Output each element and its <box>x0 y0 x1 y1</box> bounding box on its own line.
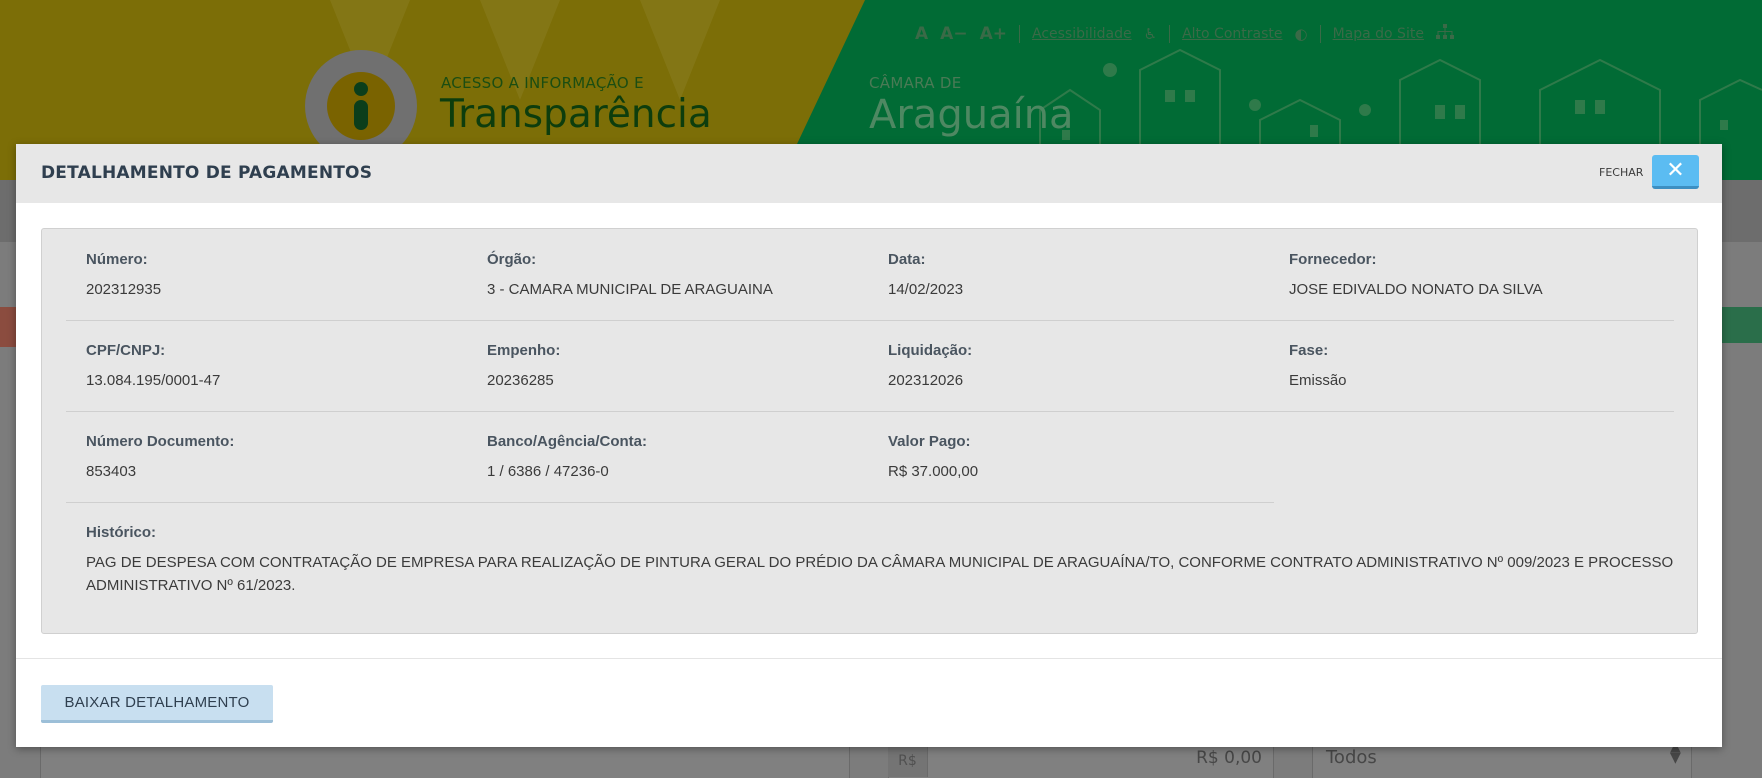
field-value: 20236285 <box>487 372 554 389</box>
field-orgao: Órgão: 3 - CAMARA MUNICIPAL DE ARAGUAINA <box>487 251 773 298</box>
field-label: Fornecedor: <box>1289 251 1377 268</box>
field-label: Número Documento: <box>86 433 235 450</box>
wheelchair-icon[interactable]: ♿ <box>1144 25 1157 43</box>
field-label: Liquidação: <box>888 342 973 359</box>
row-divider <box>66 502 1274 503</box>
close-button[interactable]: ✕ <box>1652 155 1699 189</box>
field-fornecedor: Fornecedor: JOSE EDIVALDO NONATO DA SILV… <box>1289 251 1543 298</box>
background-text-input[interactable] <box>40 745 850 778</box>
field-value: JOSE EDIVALDO NONATO DA SILVA <box>1289 281 1543 298</box>
field-data: Data: 14/02/2023 <box>888 251 963 298</box>
info-icon-dot <box>354 82 368 96</box>
footer-divider <box>16 658 1722 659</box>
field-label: Data: <box>888 251 926 268</box>
modal-title: DETALHAMENTO DE PAGAMENTOS <box>41 163 373 183</box>
field-banco-agencia-conta: Banco/Agência/Conta: 1 / 6386 / 47236-0 <box>487 433 647 480</box>
field-label: Empenho: <box>487 342 561 359</box>
divider <box>1319 25 1321 43</box>
row-divider <box>66 320 1674 321</box>
field-value: Emissão <box>1289 372 1347 389</box>
sitemap-icon[interactable] <box>1435 24 1454 44</box>
field-label: Órgão: <box>487 251 537 268</box>
currency-prefix: R$ <box>888 745 928 777</box>
field-value: 853403 <box>86 463 137 480</box>
city-title[interactable]: Araguaína <box>869 92 1074 138</box>
amount-value: R$ 0,00 <box>1196 748 1262 768</box>
field-cpf-cnpj: CPF/CNPJ: 13.084.195/0001-47 <box>86 342 220 389</box>
header-triangle-decoration <box>640 0 720 100</box>
accessibility-link[interactable]: Acessibilidade <box>1032 26 1132 42</box>
field-historico: Histórico: <box>86 524 156 541</box>
field-label: CPF/CNPJ: <box>86 342 166 359</box>
city-subtitle: CÂMARA DE <box>869 74 962 92</box>
logo-subtitle: ACESSO A INFORMAÇÃO E <box>441 74 644 92</box>
divider <box>1018 25 1020 43</box>
field-label: Valor Pago: <box>888 433 971 450</box>
field-value: 13.084.195/0001-47 <box>86 372 221 389</box>
divider <box>1169 25 1171 43</box>
close-label[interactable]: FECHAR <box>1599 166 1643 179</box>
field-value: 14/02/2023 <box>888 281 964 298</box>
accessibility-bar: A A− A+ Acessibilidade ♿ Alto Contraste … <box>915 22 1454 46</box>
field-label: Fase: <box>1289 342 1329 359</box>
field-liquidacao: Liquidação: 202312026 <box>888 342 972 389</box>
background-action-button[interactable] <box>1722 307 1762 343</box>
row-divider <box>66 411 1674 412</box>
high-contrast-link[interactable]: Alto Contraste <box>1182 26 1282 42</box>
background-alert-bar <box>0 307 16 347</box>
field-value: 1 / 6386 / 47236-0 <box>487 463 609 480</box>
field-label: Histórico: <box>86 524 157 541</box>
field-valor-pago: Valor Pago: R$ 37.000,00 <box>888 433 978 480</box>
logo-title[interactable]: Transparência <box>440 92 712 137</box>
font-normal-button[interactable]: A <box>915 24 928 44</box>
sitemap-link[interactable]: Mapa do Site <box>1333 26 1424 42</box>
field-value: R$ 37.000,00 <box>888 463 979 480</box>
font-decrease-button[interactable]: A− <box>940 24 967 44</box>
field-value: 202312026 <box>888 372 964 389</box>
download-details-button[interactable]: BAIXAR DETALHAMENTO <box>41 685 273 723</box>
close-icon: ✕ <box>1666 158 1685 183</box>
contrast-icon[interactable]: ◐ <box>1294 25 1307 43</box>
info-icon-bar <box>354 100 368 130</box>
font-increase-button[interactable]: A+ <box>980 24 1007 44</box>
field-empenho: Empenho: 20236285 <box>487 342 560 389</box>
field-numero: Número: 202312935 <box>86 251 161 298</box>
field-value: 3 - CAMARA MUNICIPAL DE ARAGUAINA <box>487 281 773 298</box>
field-label: Banco/Agência/Conta: <box>487 433 648 450</box>
payment-details-modal: DETALHAMENTO DE PAGAMENTOS FECHAR ✕ Núme… <box>16 144 1722 747</box>
field-fase: Fase: Emissão <box>1289 342 1347 389</box>
details-panel: Número: 202312935 Órgão: 3 - CAMARA MUNI… <box>41 228 1698 634</box>
field-value: 202312935 <box>86 281 162 298</box>
field-numero-documento: Número Documento: 853403 <box>86 433 234 480</box>
field-label: Número: <box>86 251 148 268</box>
modal-header: DETALHAMENTO DE PAGAMENTOS FECHAR ✕ <box>16 144 1722 203</box>
historico-value: PAG DE DESPESA COM CONTRATAÇÃO DE EMPRES… <box>86 554 1674 594</box>
select-value: Todos <box>1326 747 1377 768</box>
